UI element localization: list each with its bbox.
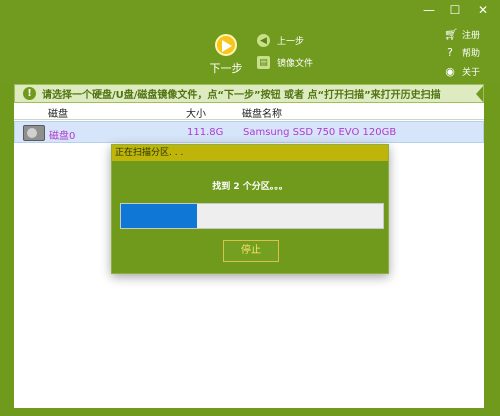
- title-bar: — ☐ ✕: [0, 0, 500, 22]
- header-disk-name[interactable]: 磁盘名称: [242, 105, 282, 120]
- toolbar: 下一步 ◀ 上一步 ▤ 镜像文件 🛒︎ 注册 ? 帮助 ◉ 关于: [0, 22, 500, 84]
- scan-progress-dialog: 正在扫描分区. . . 找到 2 个分区。。。 停止: [111, 144, 389, 274]
- close-button[interactable]: ✕: [470, 0, 496, 20]
- notice-pointer: [476, 85, 483, 102]
- next-step-label: 下一步: [209, 62, 243, 75]
- info-circle-icon: ◉: [445, 65, 455, 78]
- about-button[interactable]: ◉ 关于: [444, 65, 480, 78]
- disk-table-header: 磁盘 大小 磁盘名称: [14, 103, 484, 120]
- bottom-border: [0, 408, 500, 416]
- exclamation-icon: !: [23, 87, 36, 100]
- dialog-title: 正在扫描分区. . .: [112, 145, 388, 161]
- question-icon: ?: [447, 46, 453, 59]
- help-button[interactable]: ? 帮助: [444, 46, 480, 59]
- disk-model: Samsung SSD 750 EVO 120GB: [243, 127, 397, 138]
- image-file-label: 镜像文件: [277, 59, 314, 69]
- next-step-button[interactable]: 下一步: [203, 34, 249, 76]
- header-disk[interactable]: 磁盘: [48, 105, 68, 120]
- prev-step-button[interactable]: ◀ 上一步: [257, 34, 304, 47]
- stop-button[interactable]: 停止: [223, 240, 279, 262]
- image-file-icon: ▤: [257, 56, 270, 69]
- about-label: 关于: [462, 68, 481, 78]
- partitions-found-message: 找到 2 个分区。。。: [212, 182, 288, 192]
- table-row[interactable]: 磁盘0 111.8G Samsung SSD 750 EVO 120GB: [14, 121, 484, 143]
- prev-step-label: 上一步: [277, 37, 305, 47]
- arrow-right-icon: [215, 34, 237, 56]
- maximize-button[interactable]: ☐: [442, 0, 468, 20]
- scan-progress-fill: [121, 204, 197, 228]
- image-file-button[interactable]: ▤ 镜像文件: [257, 56, 313, 69]
- scan-progress-bar: [120, 203, 384, 229]
- hard-disk-icon: [23, 125, 45, 141]
- help-label: 帮助: [462, 49, 481, 59]
- disk-id: 磁盘0: [49, 131, 76, 142]
- arrow-left-icon: ◀: [257, 34, 270, 47]
- minimize-button[interactable]: —: [416, 0, 442, 20]
- header-size[interactable]: 大小: [186, 105, 206, 120]
- register-button[interactable]: 🛒︎ 注册: [444, 28, 480, 41]
- instruction-text: 请选择一个硬盘/U盘/磁盘镜像文件，点“下一步”按钮 或者 点“打开扫描”来打开…: [42, 90, 441, 101]
- disk-size: 111.8G: [187, 127, 224, 138]
- instruction-notice: ! 请选择一个硬盘/U盘/磁盘镜像文件，点“下一步”按钮 或者 点“打开扫描”来…: [14, 84, 484, 103]
- register-label: 注册: [462, 31, 481, 41]
- cart-icon: 🛒︎: [444, 28, 458, 41]
